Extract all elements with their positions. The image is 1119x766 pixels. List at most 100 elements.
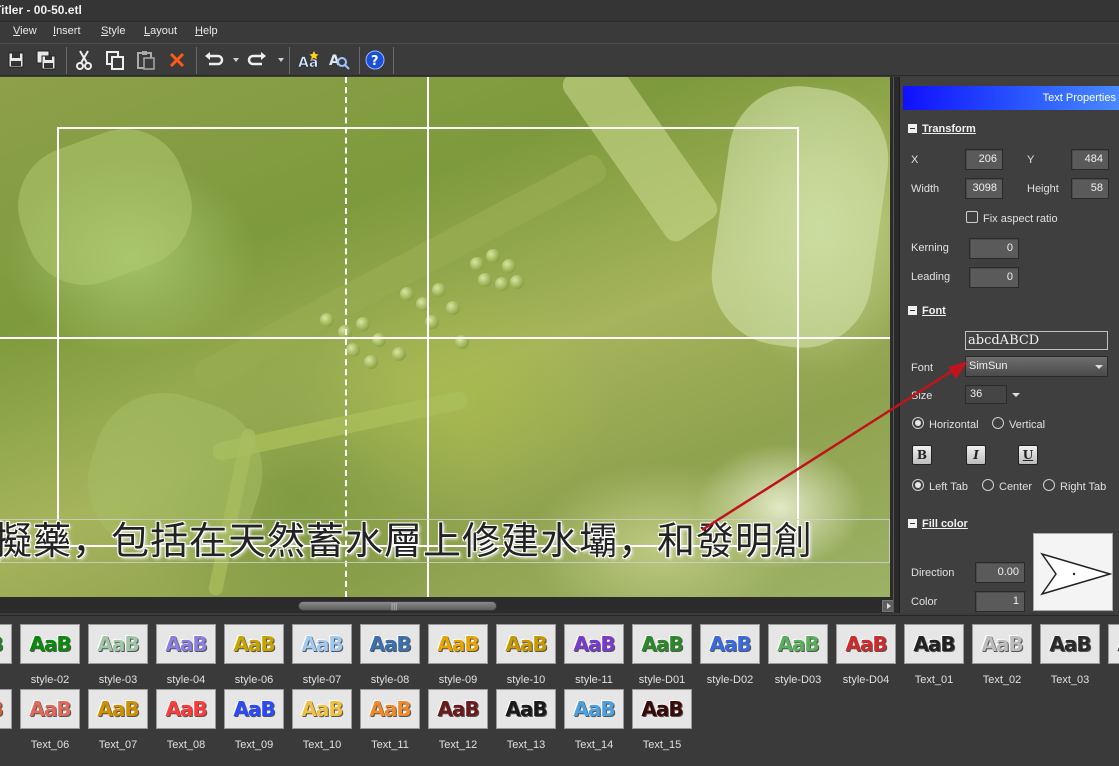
vertical-radio[interactable] <box>992 417 1004 429</box>
collapse-icon[interactable] <box>908 124 917 133</box>
menu-style[interactable]: Style <box>101 25 125 37</box>
gradient-direction-preview[interactable] <box>1033 533 1113 611</box>
text-style-icon[interactable]: A <box>327 48 351 72</box>
window-title: Titler - 00-50.etl <box>0 3 82 17</box>
grape-bud <box>346 343 360 357</box>
save-all-icon[interactable] <box>34 48 58 72</box>
style-tile[interactable]: AaB <box>0 624 12 684</box>
style-tile[interactable]: AaB Text_13 <box>496 689 556 751</box>
help-icon[interactable]: ? <box>363 48 387 72</box>
style-tile[interactable]: AaB style-D01 <box>632 624 692 686</box>
x-field[interactable]: 206 <box>965 149 1003 170</box>
style-tile[interactable]: AaB Text_12 <box>428 689 488 751</box>
delete-icon[interactable] <box>165 48 189 72</box>
style-tile[interactable]: AaB Text_02 <box>972 624 1032 686</box>
style-tile[interactable]: AaB style-07 <box>292 624 352 686</box>
size-dropdown-icon[interactable] <box>1012 393 1020 397</box>
horizontal-scrollbar[interactable]: ||| <box>0 599 897 613</box>
style-thumbnail: AaB <box>632 624 692 664</box>
style-name: style-D02 <box>706 674 754 686</box>
scrollbar-thumb[interactable]: ||| <box>298 601 497 611</box>
x-label: X <box>911 154 919 166</box>
font-select[interactable]: SimSun <box>965 356 1108 377</box>
style-tile[interactable]: AaB style-03 <box>88 624 148 686</box>
redo-icon[interactable] <box>245 48 269 72</box>
style-name: Text_09 <box>234 739 274 751</box>
fix-aspect-checkbox[interactable] <box>966 211 978 223</box>
style-name: style-03 <box>98 674 138 686</box>
underline-button[interactable]: U <box>1018 445 1038 465</box>
copy-icon[interactable] <box>103 48 127 72</box>
chevron-down-icon <box>1095 365 1103 369</box>
new-style-icon[interactable]: Aa <box>296 48 320 72</box>
grape-bud <box>502 259 516 273</box>
style-tile[interactable]: AaB Text_06 <box>20 689 80 751</box>
style-tile[interactable]: AaB Text_08 <box>156 689 216 751</box>
style-tile[interactable]: AaB Text_03 <box>1040 624 1100 686</box>
font-section-header[interactable]: Font <box>908 305 946 317</box>
grape-bud <box>486 249 500 263</box>
save-icon[interactable] <box>4 48 28 72</box>
y-field[interactable]: 484 <box>1071 149 1109 170</box>
kerning-field[interactable]: 0 <box>969 238 1019 259</box>
style-tile[interactable]: AaB Text_07 <box>88 689 148 751</box>
style-thumbnail: AaB <box>20 689 80 729</box>
style-tile[interactable]: AaB Text_09 <box>224 689 284 751</box>
style-tile[interactable]: AaBT <box>1108 624 1119 684</box>
height-label: Height <box>1027 183 1059 195</box>
width-field[interactable]: 3098 <box>965 178 1003 199</box>
grape-bud <box>400 287 414 301</box>
undo-icon[interactable] <box>202 48 226 72</box>
style-name: style-10 <box>506 674 546 686</box>
style-name: style-D01 <box>638 674 686 686</box>
style-tile[interactable]: AaB style-D02 <box>700 624 760 686</box>
grape-bud <box>510 275 524 289</box>
menu-layout[interactable]: Layout <box>144 25 177 37</box>
width-label: Width <box>911 183 940 195</box>
cut-icon[interactable] <box>72 48 96 72</box>
style-tile[interactable]: AaB style-08 <box>360 624 420 686</box>
style-tile[interactable]: AaB Text_14 <box>564 689 624 751</box>
menu-view[interactable]: View <box>13 25 37 37</box>
toolbar-separator <box>393 47 394 74</box>
style-name: Text_15 <box>642 739 682 751</box>
leading-field[interactable]: 0 <box>969 267 1019 288</box>
style-tile[interactable]: AaB Text_11 <box>360 689 420 751</box>
style-thumbnail: AaB <box>496 689 556 729</box>
center-radio[interactable] <box>982 479 994 491</box>
style-thumbnail: AaB <box>0 624 12 664</box>
style-tile[interactable]: AaB style-11 <box>564 624 624 686</box>
style-tile[interactable]: AaB <box>0 689 12 749</box>
style-tile[interactable]: AaB style-04 <box>156 624 216 686</box>
collapse-icon[interactable] <box>908 306 917 315</box>
toolbar-separator <box>196 47 197 74</box>
style-tile[interactable]: AaB style-D04 <box>836 624 896 686</box>
style-tile[interactable]: AaB style-06 <box>224 624 284 686</box>
style-tile[interactable]: AaB style-09 <box>428 624 488 686</box>
height-field[interactable]: 58 <box>1071 178 1109 199</box>
svg-text:?: ? <box>371 54 379 69</box>
redo-dropdown-icon[interactable] <box>278 58 284 62</box>
style-tile[interactable]: AaB Text_15 <box>632 689 692 751</box>
style-thumbnail: AaB <box>360 689 420 729</box>
undo-dropdown-icon[interactable] <box>233 58 239 62</box>
style-tile[interactable]: AaB style-02 <box>20 624 80 686</box>
style-thumbnail: AaB <box>88 689 148 729</box>
paste-icon[interactable] <box>134 48 158 72</box>
menu-help[interactable]: Help <box>195 25 218 37</box>
style-name: Text_08 <box>166 739 206 751</box>
style-name: Text_02 <box>982 674 1022 686</box>
style-tile[interactable]: AaB style-D03 <box>768 624 828 686</box>
transform-section-header[interactable]: Transform <box>908 123 976 135</box>
style-name: T <box>1102 674 1119 686</box>
menu-insert[interactable]: Insert <box>53 25 81 37</box>
style-tile[interactable]: AaB Text_10 <box>292 689 352 751</box>
style-tile[interactable]: AaB style-10 <box>496 624 556 686</box>
center-guide-horizontal <box>0 337 890 339</box>
style-tile[interactable]: AaB Text_01 <box>904 624 964 686</box>
toolbar-separator <box>66 47 67 74</box>
grape-bud <box>392 347 406 361</box>
right-tab-radio[interactable] <box>1043 479 1055 491</box>
direction-field[interactable]: 0.00 <box>975 562 1025 583</box>
color-field[interactable]: 1 <box>975 591 1025 612</box>
